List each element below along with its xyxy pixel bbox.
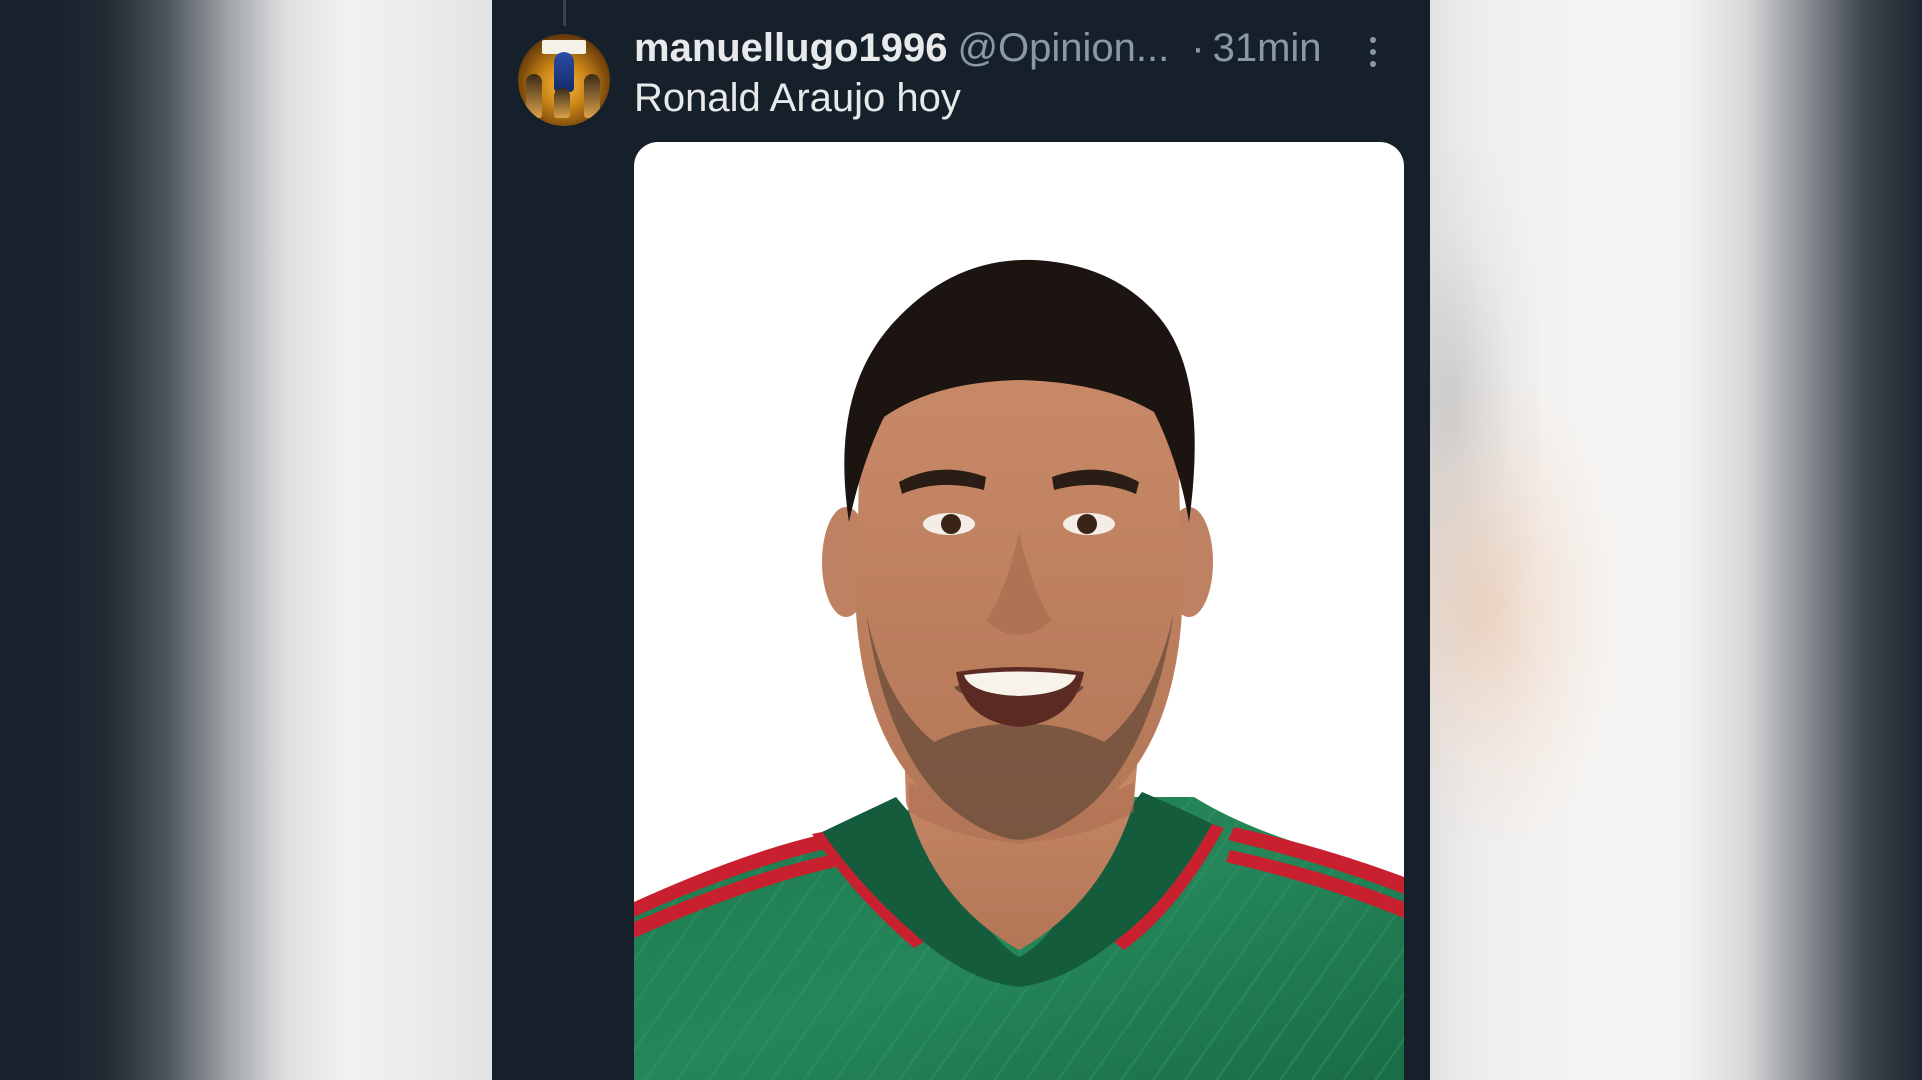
tweet-text: Ronald Araujo hoy (634, 76, 961, 120)
separator-dot: · (1191, 26, 1205, 70)
avatar-figure (554, 52, 574, 92)
more-vertical-icon-dot (1370, 61, 1376, 67)
tweet-header: manuellugo1996 @Opinion... · 31min (634, 26, 1324, 72)
avatar-trophy-right (584, 74, 600, 118)
tweet-panel: manuellugo1996 @Opinion... · 31min Ronal… (492, 0, 1430, 1080)
more-vertical-icon-dot (1370, 37, 1376, 43)
tweet-timestamp[interactable]: 31min (1213, 26, 1322, 71)
screen: manuellugo1996 @Opinion... · 31min Ronal… (0, 0, 1922, 1080)
blurred-background-left (0, 0, 492, 1080)
more-options-button[interactable] (1358, 34, 1388, 70)
profile-avatar[interactable] (518, 34, 610, 126)
tweet-media-image[interactable] (634, 142, 1404, 1080)
avatar-trophy-left (526, 74, 542, 118)
player-portrait-photo (634, 259, 1404, 1080)
blurred-background-glow (1430, 380, 1610, 840)
avatar-trophy-center (554, 88, 570, 118)
user-handle[interactable]: @Opinion... (957, 26, 1169, 71)
thread-connector-line (563, 0, 566, 26)
username-link[interactable]: manuellugo1996 (634, 26, 947, 71)
more-vertical-icon-dot (1370, 49, 1376, 55)
